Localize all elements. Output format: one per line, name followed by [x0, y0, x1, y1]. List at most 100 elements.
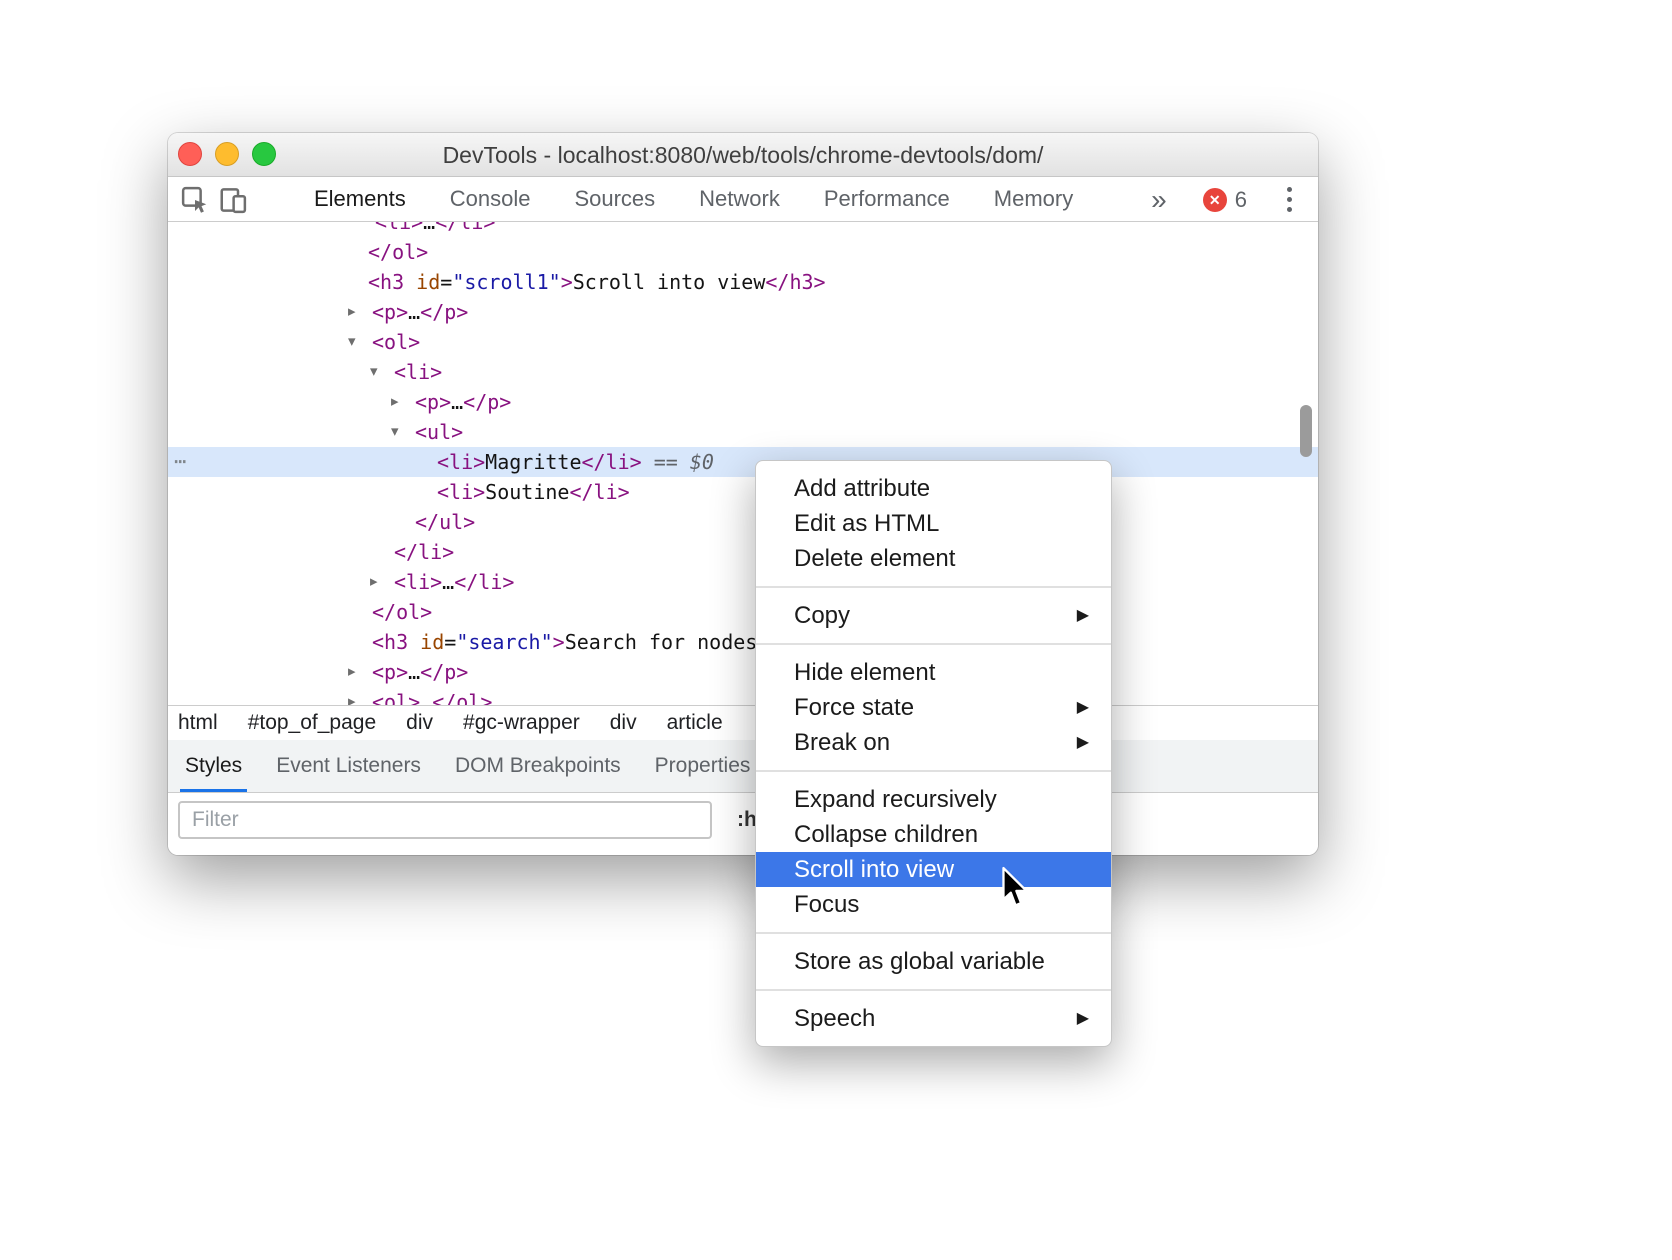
collapse-arrow-icon[interactable]: ▾: [348, 327, 356, 357]
dom-tree-row[interactable]: ▸ <li>…</li>: [168, 567, 1318, 597]
breadcrumb-item-gc-wrapper[interactable]: #gc-wrapper: [463, 711, 580, 735]
sidebar-tab-dom-breakpoints[interactable]: DOM Breakpoints: [438, 740, 638, 792]
device-toolbar-icon: [218, 185, 248, 215]
menu-item-label: Break on: [794, 729, 890, 756]
menu-item-label: Focus: [794, 891, 859, 918]
error-counter[interactable]: ✕ 6: [1203, 187, 1247, 213]
menu-item-delete-element[interactable]: Delete element: [756, 541, 1111, 576]
collapse-arrow-icon[interactable]: ▾: [391, 417, 399, 447]
breadcrumb: html #top_of_page div #gc-wrapper div article: [168, 705, 1318, 740]
dom-tree-row[interactable]: ▸ <p>…</p>: [168, 387, 1318, 417]
tab-sources[interactable]: Sources: [552, 178, 677, 221]
menu-item-collapse-children[interactable]: Collapse children: [756, 817, 1111, 852]
inspect-element-button[interactable]: [176, 181, 214, 219]
expand-arrow-icon[interactable]: ▸: [370, 567, 378, 597]
dom-tree-row[interactable]: ⋯ <li>Magritte</li> == $0: [168, 447, 1318, 477]
dom-tree-row[interactable]: </ol>: [168, 597, 1318, 627]
menu-item-label: Collapse children: [794, 821, 978, 848]
scrollbar-thumb[interactable]: [1300, 405, 1312, 457]
menu-item-hide-element[interactable]: Hide element: [756, 655, 1111, 690]
tab-memory[interactable]: Memory: [972, 178, 1095, 221]
dom-tree-row[interactable]: </li>: [168, 537, 1318, 567]
dom-node-text: </ol>: [372, 597, 432, 627]
dom-tree-row[interactable]: ▸ <ol>…</ol>: [168, 687, 1318, 705]
menu-item-focus[interactable]: Focus: [756, 887, 1111, 922]
dom-tree-row[interactable]: </ul>: [168, 507, 1318, 537]
dom-tree-row[interactable]: </ol>: [168, 237, 1318, 267]
dom-tree-row[interactable]: <li>…</li>: [168, 222, 1318, 237]
menu-item-label: Force state: [794, 694, 914, 721]
styles-filter-row: :hov: [168, 793, 1318, 855]
expand-arrow-icon[interactable]: ▸: [348, 297, 356, 327]
menu-item-label: Delete element: [794, 545, 955, 572]
dom-tree-row[interactable]: ▾<ol>: [168, 327, 1318, 357]
tab-console[interactable]: Console: [428, 178, 553, 221]
dom-node-text: <li>Magritte</li> == $0: [437, 447, 714, 477]
collapse-arrow-icon[interactable]: ▾: [370, 357, 378, 387]
expand-arrow-icon[interactable]: ▸: [391, 387, 399, 417]
breadcrumb-item-div[interactable]: div: [406, 711, 433, 735]
menu-separator: [756, 989, 1111, 991]
submenu-arrow-icon: ▶: [1077, 690, 1089, 725]
dom-tree-row[interactable]: ▸ <p>…</p>: [168, 297, 1318, 327]
breadcrumb-item-html[interactable]: html: [178, 711, 218, 735]
sidebar-tab-properties[interactable]: Properties: [638, 740, 768, 792]
breadcrumb-item-article[interactable]: article: [667, 711, 723, 735]
devtools-window: DevTools - localhost:8080/web/tools/chro…: [168, 133, 1318, 855]
dom-node-text: <p>…</p>: [415, 387, 511, 417]
breadcrumb-item-div[interactable]: div: [610, 711, 637, 735]
error-count-label: 6: [1235, 187, 1247, 213]
dom-tree-row[interactable]: ▾<li>: [168, 357, 1318, 387]
menu-item-speech[interactable]: Speech ▶: [756, 1001, 1111, 1036]
menu-item-edit-as-html[interactable]: Edit as HTML: [756, 506, 1111, 541]
expand-arrow-icon[interactable]: ▸: [348, 687, 356, 705]
menu-item-add-attribute[interactable]: Add attribute: [756, 471, 1111, 506]
menu-item-label: Add attribute: [794, 475, 930, 502]
dom-node-text: </li>: [394, 537, 454, 567]
menu-separator: [756, 770, 1111, 772]
styles-filter-input[interactable]: [178, 801, 712, 839]
sidebar-tab-event-listeners[interactable]: Event Listeners: [259, 740, 438, 792]
menu-item-scroll-into-view[interactable]: Scroll into view: [756, 852, 1111, 887]
dom-tree-row[interactable]: <li>Soutine</li>: [168, 477, 1318, 507]
menu-item-label: Expand recursively: [794, 786, 997, 813]
panel-tab-bar: ElementsConsoleSourcesNetworkPerformance…: [292, 178, 1095, 221]
dom-tree-row[interactable]: <h3 id="scroll1">Scroll into view</h3>: [168, 267, 1318, 297]
menu-separator: [756, 932, 1111, 934]
tab-elements[interactable]: Elements: [292, 178, 428, 221]
menu-item-label: Hide element: [794, 659, 935, 686]
more-actions-icon[interactable]: ⋯: [174, 447, 187, 477]
menu-item-expand-recursively[interactable]: Expand recursively: [756, 782, 1111, 817]
dom-node-text: <ul>: [415, 417, 463, 447]
tab-network[interactable]: Network: [677, 178, 802, 221]
dom-tree-row[interactable]: ▸<p>…</p>: [168, 657, 1318, 687]
device-toolbar-button[interactable]: [214, 181, 252, 219]
submenu-arrow-icon: ▶: [1077, 1001, 1089, 1036]
tab-performance[interactable]: Performance: [802, 178, 972, 221]
menu-item-label: Speech: [794, 1005, 875, 1032]
desktop: DevTools - localhost:8080/web/tools/chro…: [0, 0, 1672, 1260]
more-tabs-icon[interactable]: »: [1151, 179, 1167, 221]
dom-tree-row[interactable]: ▾ <ul>: [168, 417, 1318, 447]
toolbar-right: » ✕ 6: [1151, 179, 1318, 221]
dom-node-text: <h3 id="search">Search for nodes</h3>: [372, 627, 818, 657]
dom-node-text: <p>…</p>: [372, 297, 468, 327]
submenu-arrow-icon: ▶: [1077, 598, 1089, 633]
devtools-toolbar: ElementsConsoleSourcesNetworkPerformance…: [168, 178, 1318, 222]
menu-item-store-as-global-variable[interactable]: Store as global variable: [756, 944, 1111, 979]
sidebar-tab-styles[interactable]: Styles: [168, 740, 259, 792]
menu-item-break-on[interactable]: Break on▶: [756, 725, 1111, 760]
kebab-menu-icon[interactable]: [1283, 183, 1296, 216]
window-title: DevTools - localhost:8080/web/tools/chro…: [168, 133, 1318, 177]
menu-item-copy[interactable]: Copy▶: [756, 598, 1111, 633]
mouse-cursor-icon: [1000, 866, 1030, 915]
dom-node-text: <ol>…</ol>: [372, 687, 492, 705]
expand-arrow-icon[interactable]: ▸: [348, 657, 356, 687]
dom-node-text: <h3 id="scroll1">Scroll into view</h3>: [368, 267, 826, 297]
menu-item-force-state[interactable]: Force state ▶: [756, 690, 1111, 725]
titlebar[interactable]: DevTools - localhost:8080/web/tools/chro…: [168, 133, 1318, 177]
dom-node-text: <li>…</li>: [394, 567, 514, 597]
breadcrumb-item-top-of-page[interactable]: #top_of_page: [248, 711, 376, 735]
menu-separator: [756, 586, 1111, 588]
dom-tree-row[interactable]: <h3 id="search">Search for nodes</h3>: [168, 627, 1318, 657]
